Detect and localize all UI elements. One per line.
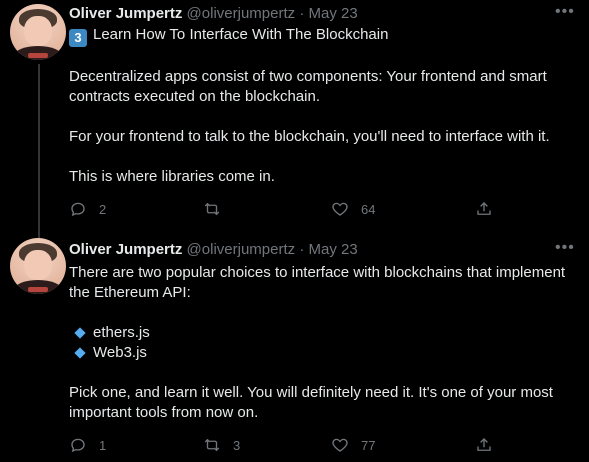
share-button[interactable] bbox=[475, 434, 493, 456]
tweet-actions: 1 3 77 bbox=[69, 434, 509, 456]
tweet-body: 3 Learn How To Interface With The Blockch… bbox=[69, 25, 579, 187]
reply-button[interactable]: 1 bbox=[69, 434, 106, 456]
author-handle[interactable]: @oliverjumpertz bbox=[187, 5, 296, 22]
reply-button[interactable]: 2 bbox=[69, 198, 106, 220]
retweet-button[interactable] bbox=[203, 198, 233, 220]
heart-icon bbox=[332, 202, 348, 216]
like-count: 64 bbox=[361, 201, 376, 217]
author-name[interactable]: Oliver Jumpertz bbox=[69, 241, 182, 258]
avatar[interactable] bbox=[10, 238, 66, 294]
tweet-title: 3 Learn How To Interface With The Blockch… bbox=[69, 25, 579, 47]
reply-count: 1 bbox=[99, 437, 107, 453]
separator: · bbox=[299, 5, 305, 22]
paragraph: There are two popular choices to interfa… bbox=[69, 264, 566, 301]
share-icon bbox=[477, 202, 491, 215]
tweet-2[interactable]: Oliver Jumpertz @oliverjumpertz · May 23… bbox=[0, 230, 589, 462]
like-button[interactable]: 77 bbox=[331, 434, 375, 456]
author-handle[interactable]: @oliverjumpertz bbox=[187, 241, 296, 258]
avatar[interactable] bbox=[10, 4, 66, 60]
reply-icon bbox=[71, 438, 85, 453]
list-item-text: Web3.js bbox=[93, 344, 147, 361]
list-item: ethers.js bbox=[69, 323, 579, 343]
more-icon[interactable]: ••• bbox=[555, 240, 574, 259]
more-icon[interactable]: ••• bbox=[555, 4, 574, 23]
list-item-text: ethers.js bbox=[93, 324, 150, 341]
share-button[interactable] bbox=[475, 198, 493, 220]
retweet-icon bbox=[204, 438, 220, 452]
list-item: Web3.js bbox=[69, 343, 579, 363]
like-button[interactable]: 64 bbox=[331, 198, 375, 220]
tweet-title-text: Learn How To Interface With The Blockcha… bbox=[93, 26, 389, 43]
paragraph: For your frontend to talk to the blockch… bbox=[69, 128, 550, 145]
retweet-icon bbox=[204, 202, 220, 216]
keycap-three-icon: 3 bbox=[69, 29, 87, 47]
tweet-date[interactable]: May 23 bbox=[308, 241, 357, 258]
tweet-header: Oliver Jumpertz @oliverjumpertz · May 23 bbox=[69, 240, 358, 260]
blue-diamond-icon bbox=[74, 326, 86, 339]
tweet-body: There are two popular choices to interfa… bbox=[69, 263, 579, 423]
tweet-actions: 2 64 bbox=[69, 198, 509, 220]
share-icon bbox=[477, 438, 491, 451]
author-name[interactable]: Oliver Jumpertz bbox=[69, 5, 182, 22]
retweet-count: 3 bbox=[233, 437, 241, 453]
tweet-date[interactable]: May 23 bbox=[308, 5, 357, 22]
heart-icon bbox=[332, 438, 348, 452]
reply-count: 2 bbox=[99, 201, 107, 217]
reply-icon bbox=[71, 202, 85, 217]
thread-line bbox=[38, 64, 40, 242]
tweet-header: Oliver Jumpertz @oliverjumpertz · May 23 bbox=[69, 4, 358, 24]
tweet-1[interactable]: Oliver Jumpertz @oliverjumpertz · May 23… bbox=[0, 0, 589, 242]
retweet-button[interactable]: 3 bbox=[203, 434, 240, 456]
paragraph: Decentralized apps consist of two compon… bbox=[69, 68, 547, 105]
paragraph: Pick one, and learn it well. You will de… bbox=[69, 384, 553, 421]
like-count: 77 bbox=[361, 437, 376, 453]
paragraph: This is where libraries come in. bbox=[69, 168, 275, 185]
blue-diamond-icon bbox=[74, 346, 86, 359]
separator: · bbox=[299, 241, 305, 258]
